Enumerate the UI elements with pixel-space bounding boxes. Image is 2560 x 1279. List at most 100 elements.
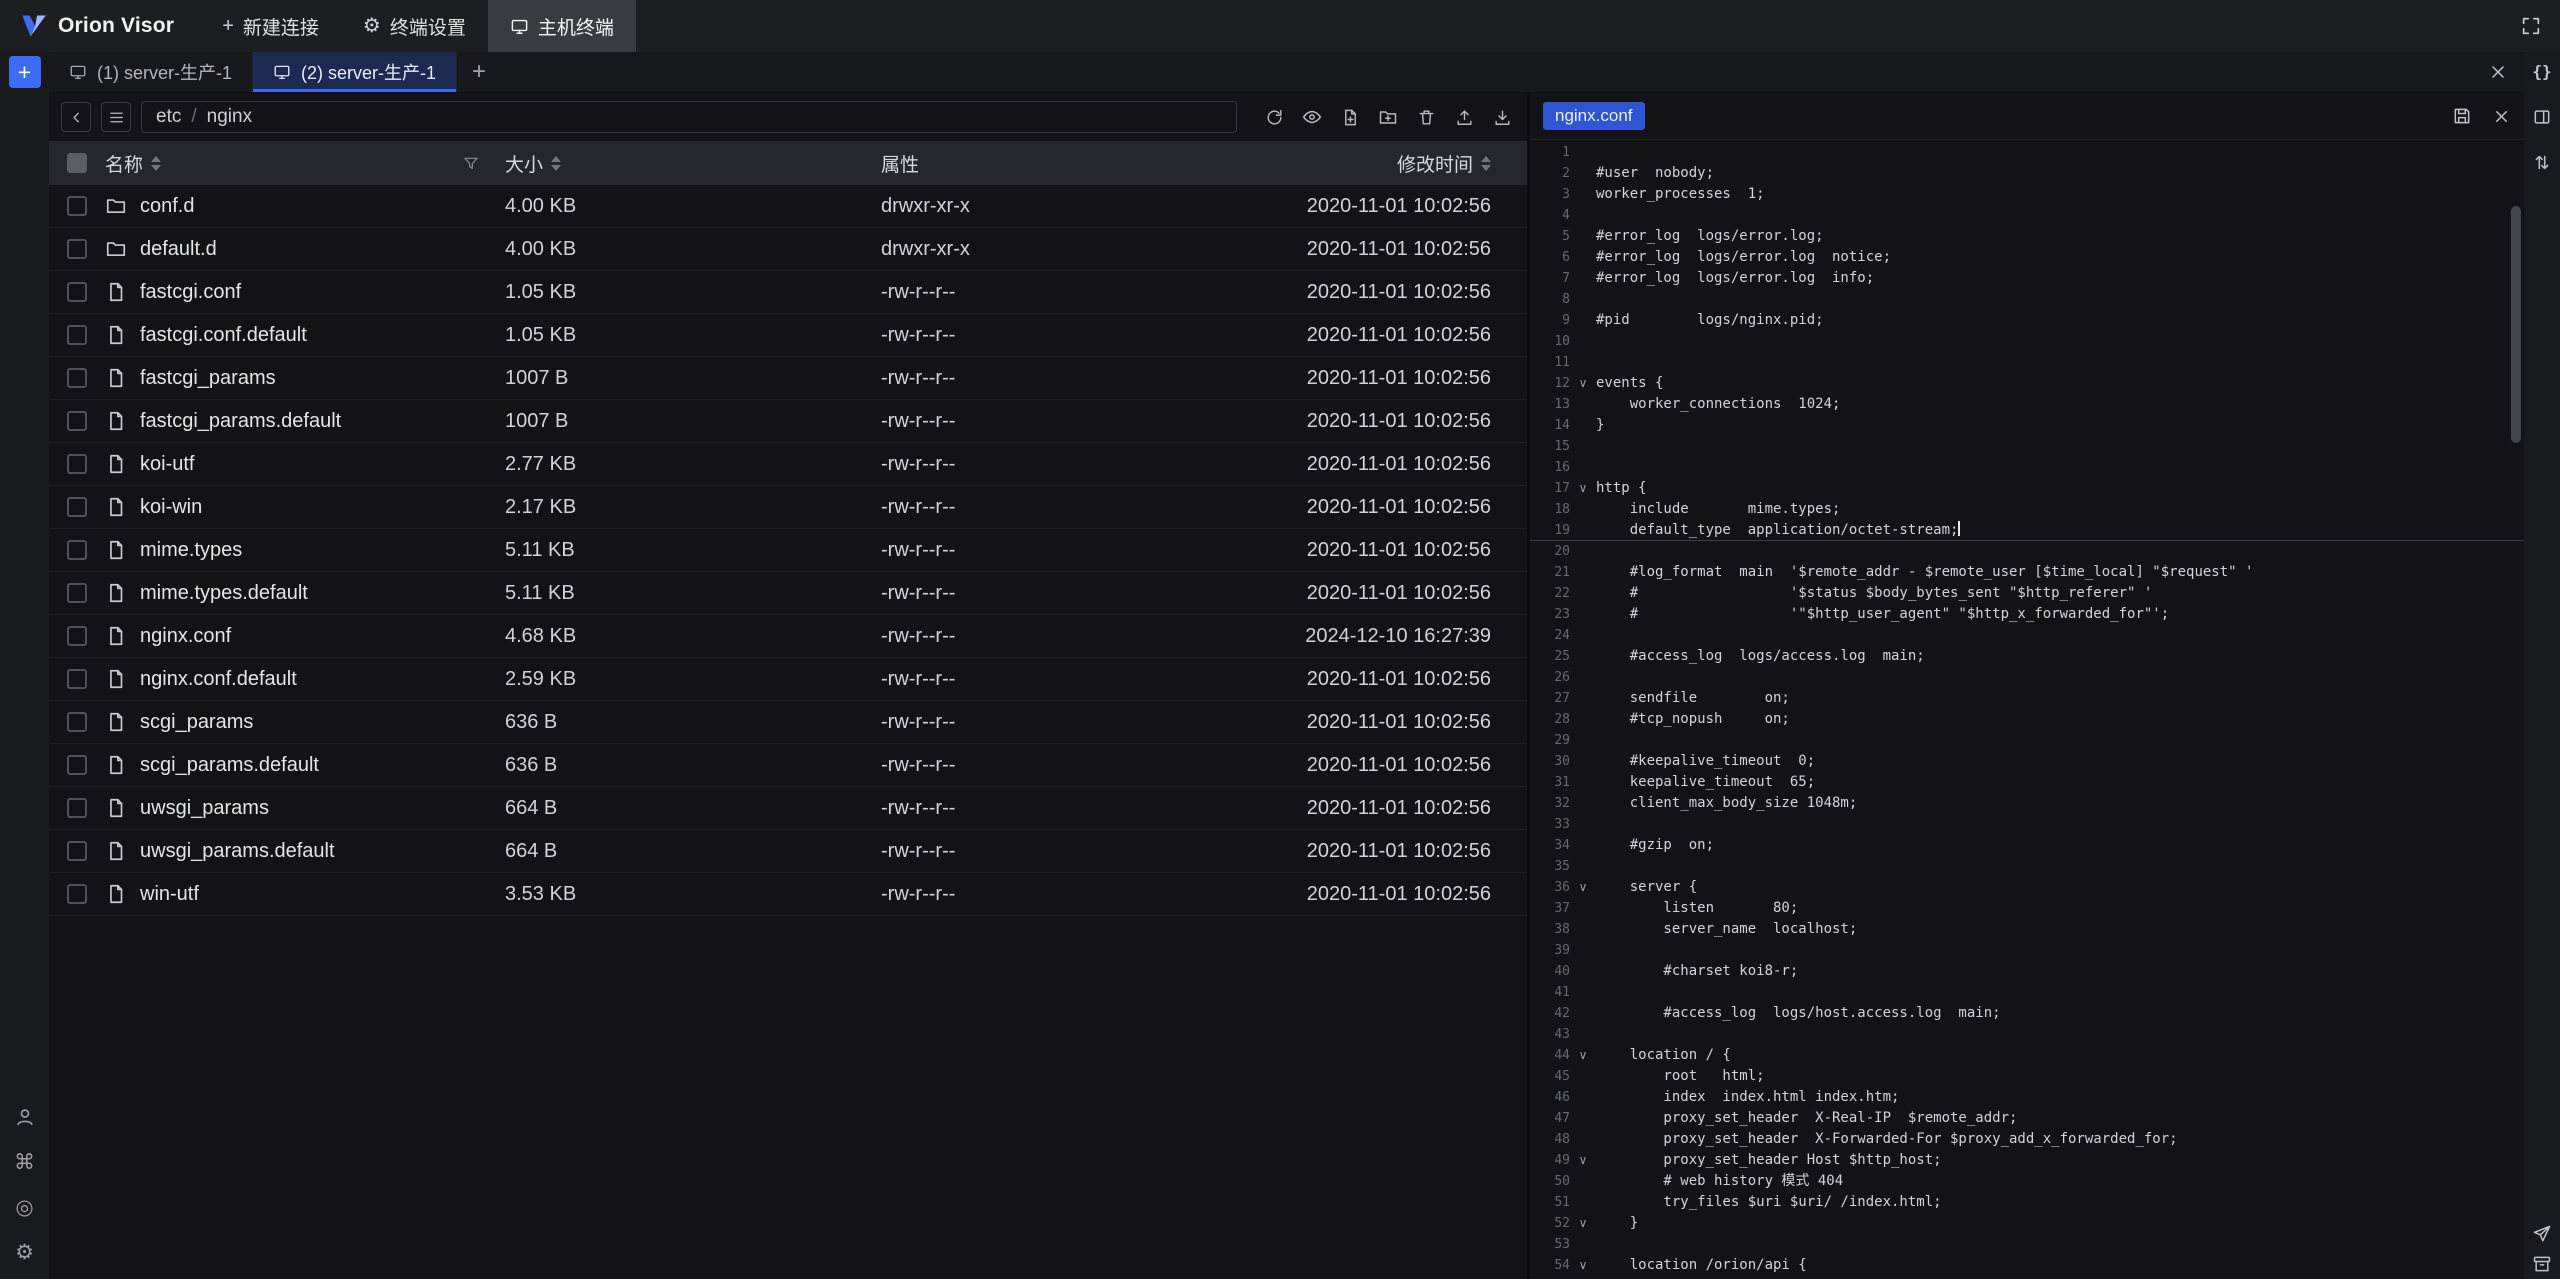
fold-chevron-icon[interactable] [1570, 142, 1596, 163]
fold-chevron-icon[interactable] [1570, 436, 1596, 457]
table-row[interactable]: uwsgi_params 664 B -rw-r--r-- 2020-11-01… [49, 787, 1527, 830]
file-name[interactable]: nginx.conf [140, 625, 231, 648]
code-line[interactable]: 45 root html; [1530, 1066, 2524, 1087]
code-line[interactable]: 24 [1530, 625, 2524, 646]
new-file-button[interactable] [1337, 104, 1363, 130]
code-line[interactable]: 25 #access_log logs/access.log main; [1530, 646, 2524, 667]
code-line[interactable]: 3 worker_processes 1; [1530, 184, 2524, 205]
fold-chevron-icon[interactable] [1570, 1234, 1596, 1255]
send-command-button[interactable] [2531, 1223, 2553, 1245]
row-checkbox[interactable] [67, 540, 87, 560]
variables-button[interactable]: {} [2532, 64, 2551, 80]
fold-chevron-icon[interactable] [1570, 730, 1596, 751]
fold-chevron-icon[interactable] [1570, 331, 1596, 352]
fold-chevron-icon[interactable] [1570, 604, 1596, 625]
fold-chevron-icon[interactable] [1570, 268, 1596, 289]
code-line[interactable]: 21 #log_format main '$remote_addr - $rem… [1530, 562, 2524, 583]
file-name[interactable]: mime.types.default [140, 582, 308, 605]
table-row[interactable]: mime.types.default 5.11 KB -rw-r--r-- 20… [49, 572, 1527, 615]
code-line[interactable]: 28 #tcp_nopush on; [1530, 709, 2524, 730]
open-file-tag[interactable]: nginx.conf [1543, 102, 1645, 131]
code-line[interactable]: 46 index index.html index.htm; [1530, 1087, 2524, 1108]
fold-chevron-icon[interactable] [1570, 1108, 1596, 1129]
code-line[interactable]: 13 worker_connections 1024; [1530, 394, 2524, 415]
code-line[interactable]: 42 #access_log logs/host.access.log main… [1530, 1003, 2524, 1024]
file-name[interactable]: fastcgi_params [140, 367, 276, 390]
code-line[interactable]: 32 client_max_body_size 1048m; [1530, 793, 2524, 814]
fold-chevron-icon[interactable]: ∨ [1570, 1213, 1596, 1234]
file-name[interactable]: uwsgi_params.default [140, 840, 335, 863]
fold-chevron-icon[interactable] [1570, 1087, 1596, 1108]
file-name[interactable]: nginx.conf.default [140, 668, 297, 691]
fold-chevron-icon[interactable] [1570, 163, 1596, 184]
fold-chevron-icon[interactable] [1570, 688, 1596, 709]
fold-chevron-icon[interactable] [1570, 709, 1596, 730]
code-line[interactable]: 30 #keepalive_timeout 0; [1530, 751, 2524, 772]
sort-icon[interactable] [1481, 156, 1491, 171]
code-line[interactable]: 36 ∨ server { [1530, 877, 2524, 898]
code-line[interactable]: 4 [1530, 205, 2524, 226]
menu-host-terminal[interactable]: 主机终端 [488, 0, 636, 52]
user-button[interactable] [14, 1106, 36, 1128]
fold-chevron-icon[interactable] [1570, 226, 1596, 247]
sort-transfer-button[interactable]: ⇅ [2534, 154, 2549, 172]
code-line[interactable]: 5 #error_log logs/error.log; [1530, 226, 2524, 247]
code-line[interactable]: 39 [1530, 940, 2524, 961]
fold-chevron-icon[interactable]: ∨ [1570, 1150, 1596, 1171]
table-row[interactable]: fastcgi_params 1007 B -rw-r--r-- 2020-11… [49, 357, 1527, 400]
select-all-checkbox[interactable] [67, 153, 87, 173]
code-line[interactable]: 52 ∨ } [1530, 1213, 2524, 1234]
shortcut-keys-button[interactable]: ⌘ [14, 1152, 35, 1173]
code-line[interactable]: 6 #error_log logs/error.log notice; [1530, 247, 2524, 268]
fold-chevron-icon[interactable] [1570, 499, 1596, 520]
row-checkbox[interactable] [67, 368, 87, 388]
code-line[interactable]: 41 [1530, 982, 2524, 1003]
table-row[interactable]: uwsgi_params.default 664 B -rw-r--r-- 20… [49, 830, 1527, 873]
code-line[interactable]: 48 proxy_set_header X-Forwarded-For $pro… [1530, 1129, 2524, 1150]
code-line[interactable]: 47 proxy_set_header X-Real-IP $remote_ad… [1530, 1108, 2524, 1129]
save-file-button[interactable] [2452, 106, 2472, 126]
fold-chevron-icon[interactable] [1570, 856, 1596, 877]
code-line[interactable]: 10 [1530, 331, 2524, 352]
code-line[interactable]: 16 [1530, 457, 2524, 478]
breadcrumb-segment[interactable]: etc [156, 106, 181, 128]
file-name[interactable]: win-utf [140, 883, 199, 906]
row-checkbox[interactable] [67, 712, 87, 732]
close-editor-button[interactable] [2492, 107, 2511, 126]
column-header-mtime[interactable]: 修改时间 [1257, 150, 1527, 177]
list-view-button[interactable] [101, 102, 131, 132]
fold-chevron-icon[interactable] [1570, 814, 1596, 835]
filter-icon[interactable] [463, 155, 479, 171]
code-line[interactable]: 20 [1530, 541, 2524, 562]
terminal-tab-1[interactable]: (1) server-生产-1 [49, 52, 253, 92]
menu-terminal-settings[interactable]: ⚙ 终端设置 [341, 0, 488, 52]
file-name[interactable]: koi-utf [140, 453, 194, 476]
code-line[interactable]: 50 # web history 模式 404 [1530, 1171, 2524, 1192]
row-checkbox[interactable] [67, 755, 87, 775]
row-checkbox[interactable] [67, 798, 87, 818]
row-checkbox[interactable] [67, 583, 87, 603]
file-name[interactable]: default.d [140, 238, 217, 261]
new-terminal-button[interactable]: + [9, 56, 41, 88]
table-row[interactable]: scgi_params 636 B -rw-r--r-- 2020-11-01 … [49, 701, 1527, 744]
back-button[interactable] [61, 102, 91, 132]
code-line[interactable]: 33 [1530, 814, 2524, 835]
code-line[interactable]: 14 } [1530, 415, 2524, 436]
code-line[interactable]: 37 listen 80; [1530, 898, 2524, 919]
add-tab-button[interactable]: + [457, 52, 501, 92]
code-line[interactable]: 17 ∨ http { [1530, 478, 2524, 499]
editor-scrollbar[interactable] [2511, 206, 2521, 443]
table-row[interactable]: fastcgi.conf 1.05 KB -rw-r--r-- 2020-11-… [49, 271, 1527, 314]
code-line[interactable]: 8 [1530, 289, 2524, 310]
code-line[interactable]: 31 keepalive_timeout 65; [1530, 772, 2524, 793]
code-line[interactable]: 26 [1530, 667, 2524, 688]
code-line[interactable]: 15 [1530, 436, 2524, 457]
row-checkbox[interactable] [67, 454, 87, 474]
fold-chevron-icon[interactable] [1570, 982, 1596, 1003]
fold-chevron-icon[interactable] [1570, 310, 1596, 331]
fold-chevron-icon[interactable] [1570, 919, 1596, 940]
delete-button[interactable] [1413, 104, 1439, 130]
code-line[interactable]: 23 # '"$http_user_agent" "$http_x_forwar… [1530, 604, 2524, 625]
code-line[interactable]: 2 #user nobody; [1530, 163, 2524, 184]
fold-chevron-icon[interactable] [1570, 583, 1596, 604]
